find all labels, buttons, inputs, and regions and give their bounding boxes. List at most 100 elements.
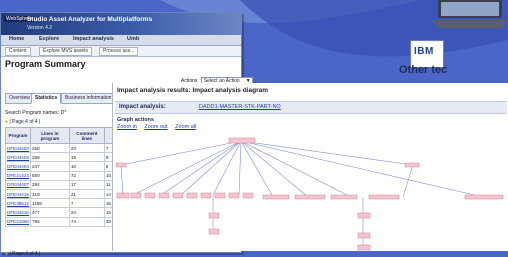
program-link[interactable]: DFE21424: [5, 170, 31, 181]
diagram-node[interactable]: [242, 192, 254, 199]
nav-umb[interactable]: Umb: [127, 36, 139, 42]
column-header-lines[interactable]: Lines in program: [29, 127, 70, 144]
app-header: WebSphere Studio Asset Analyzer for Mult…: [1, 13, 241, 35]
table-row: DFE04407 284 17 11: [5, 179, 114, 190]
table-cell: 1159: [29, 198, 70, 209]
diagram-node[interactable]: [200, 192, 212, 199]
table-row: DFE38612 1159 7 16: [5, 198, 114, 209]
program-link[interactable]: DFE21860: [5, 216, 31, 227]
diagram-node[interactable]: [368, 194, 400, 200]
table-row: DFE21860 786 74 33: [5, 216, 114, 227]
app-version: Version 4.2: [27, 25, 53, 31]
page-title: Program Summary: [5, 59, 86, 69]
main-nav: Home Explore Impact analysis Umb: [1, 35, 241, 46]
tab-business-information[interactable]: Business information: [61, 93, 116, 104]
pager-bottom: ● | Page 4 of 4 |: [5, 251, 40, 257]
nav-home[interactable]: Home: [9, 36, 24, 42]
search-filter-label: Search Program names: D*: [5, 110, 67, 116]
graph-actions: Zoom in Zoom out Zoom all: [117, 124, 202, 130]
diagram-node[interactable]: [115, 162, 127, 168]
subnav-content[interactable]: Content: [5, 47, 31, 56]
table-row: DFE04404 247 18 8: [5, 161, 114, 172]
zoom-in-link[interactable]: Zoom in: [117, 124, 137, 130]
diagram-node[interactable]: [158, 192, 170, 199]
diagram-node[interactable]: [208, 212, 220, 219]
program-link[interactable]: DFE04404: [5, 161, 31, 172]
zoom-out-link[interactable]: Zoom out: [144, 124, 167, 130]
table-row: DFE04402 250 23 7: [5, 142, 114, 154]
pager-text: | Page 4 of 4 |: [9, 251, 41, 257]
graph-actions-title: Graph actions: [117, 117, 154, 123]
impact-title: Impact analysis results: Impact analysis…: [117, 87, 269, 94]
subnav-process-assets[interactable]: Process ass...: [99, 47, 139, 56]
table-cell: 7: [68, 198, 105, 209]
tab-overview[interactable]: Overview: [5, 93, 34, 104]
table-cell: 24: [68, 207, 105, 218]
table-cell: 17: [68, 179, 105, 190]
table-row: DFE04415 319 21 14: [5, 188, 114, 200]
diagram-node[interactable]: [357, 244, 371, 251]
impact-target-link[interactable]: DADD1-MASTER-STK-PART-NO: [199, 104, 281, 110]
program-link[interactable]: DFE04416: [5, 207, 31, 218]
diagram-node[interactable]: [464, 194, 504, 200]
diagram-node[interactable]: [404, 162, 420, 168]
refresh-icon[interactable]: ●: [5, 119, 8, 125]
impact-diagram[interactable]: [113, 135, 508, 251]
table-cell: 284: [29, 179, 70, 190]
program-link[interactable]: DFE38612: [5, 198, 31, 209]
diagram-nodes: [115, 137, 504, 251]
refresh-icon[interactable]: ●: [5, 251, 8, 257]
diagram-node[interactable]: [357, 212, 371, 219]
table-cell: 72: [68, 170, 105, 181]
table-cell: 21: [68, 188, 105, 200]
program-link[interactable]: DFE04402: [5, 142, 31, 154]
pager-top: ● | Page 4 of 4 |: [5, 119, 40, 125]
table-cell: 74: [68, 216, 105, 227]
table-cell: 23: [68, 142, 105, 154]
diagram-node[interactable]: [116, 192, 130, 199]
table-cell: 786: [29, 216, 70, 227]
nav-explore[interactable]: Explore: [39, 36, 59, 42]
diagram-node[interactable]: [330, 194, 358, 200]
column-header-program[interactable]: Program: [5, 127, 31, 144]
subnav-explore-mvs[interactable]: Explore MVS assets: [39, 47, 93, 56]
app-title: Studio Asset Analyzer for Multiplatforms: [27, 16, 153, 23]
nav-impact-analysis[interactable]: Impact analysis: [73, 36, 114, 42]
laptop-image: [432, 0, 508, 28]
program-table-body: DFE04402 250 23 7 DFE04403 289 19 8 DFE04404 247 1…: [5, 142, 114, 227]
sub-nav: Content Explore MVS assets Process ass..…: [1, 46, 241, 57]
table-cell: 319: [29, 188, 70, 200]
diagram-node[interactable]: [214, 192, 226, 199]
program-link[interactable]: DFE04407: [5, 179, 31, 190]
diagram-node[interactable]: [357, 232, 371, 239]
diagram-node[interactable]: [186, 192, 198, 199]
table-cell: 289: [29, 152, 70, 163]
table-row: DFE04416 477 24 15: [5, 207, 114, 218]
diagram-node[interactable]: [208, 228, 220, 235]
diagram-node[interactable]: [262, 194, 290, 200]
program-link[interactable]: DFE04415: [5, 188, 31, 200]
table-cell: 18: [68, 161, 105, 172]
table-row: DFE21424 550 72 10: [5, 170, 114, 181]
table-header-row: Program Lines in program Comment lines: [5, 127, 114, 144]
ibm-logo: IBM: [414, 46, 434, 57]
column-header-comment[interactable]: Comment lines: [68, 127, 105, 144]
slide-caption: Other tec: [399, 64, 448, 76]
diagram-node[interactable]: [144, 192, 156, 199]
tab-statistics[interactable]: Statistics: [31, 93, 62, 104]
diagram-node[interactable]: [130, 192, 142, 199]
table-cell: 477: [29, 207, 70, 218]
pager-text: | Page 4 of 4 |: [9, 119, 41, 125]
diagram-node[interactable]: [228, 137, 256, 144]
diagram-node[interactable]: [294, 194, 326, 200]
table-cell: 250: [29, 142, 70, 154]
diagram-node[interactable]: [228, 192, 240, 199]
table-cell: 19: [68, 152, 105, 163]
diagram-node[interactable]: [172, 192, 184, 199]
table-cell: 247: [29, 161, 70, 172]
impact-bar: Impact analysis: DADD1-MASTER-STK-PART-N…: [115, 101, 507, 114]
table-row: DFE04403 289 19 8: [5, 152, 114, 163]
zoom-all-link[interactable]: Zoom all: [175, 124, 196, 130]
program-link[interactable]: DFE04403: [5, 152, 31, 163]
impact-analysis-panel: Impact analysis results: Impact analysis…: [112, 83, 508, 251]
